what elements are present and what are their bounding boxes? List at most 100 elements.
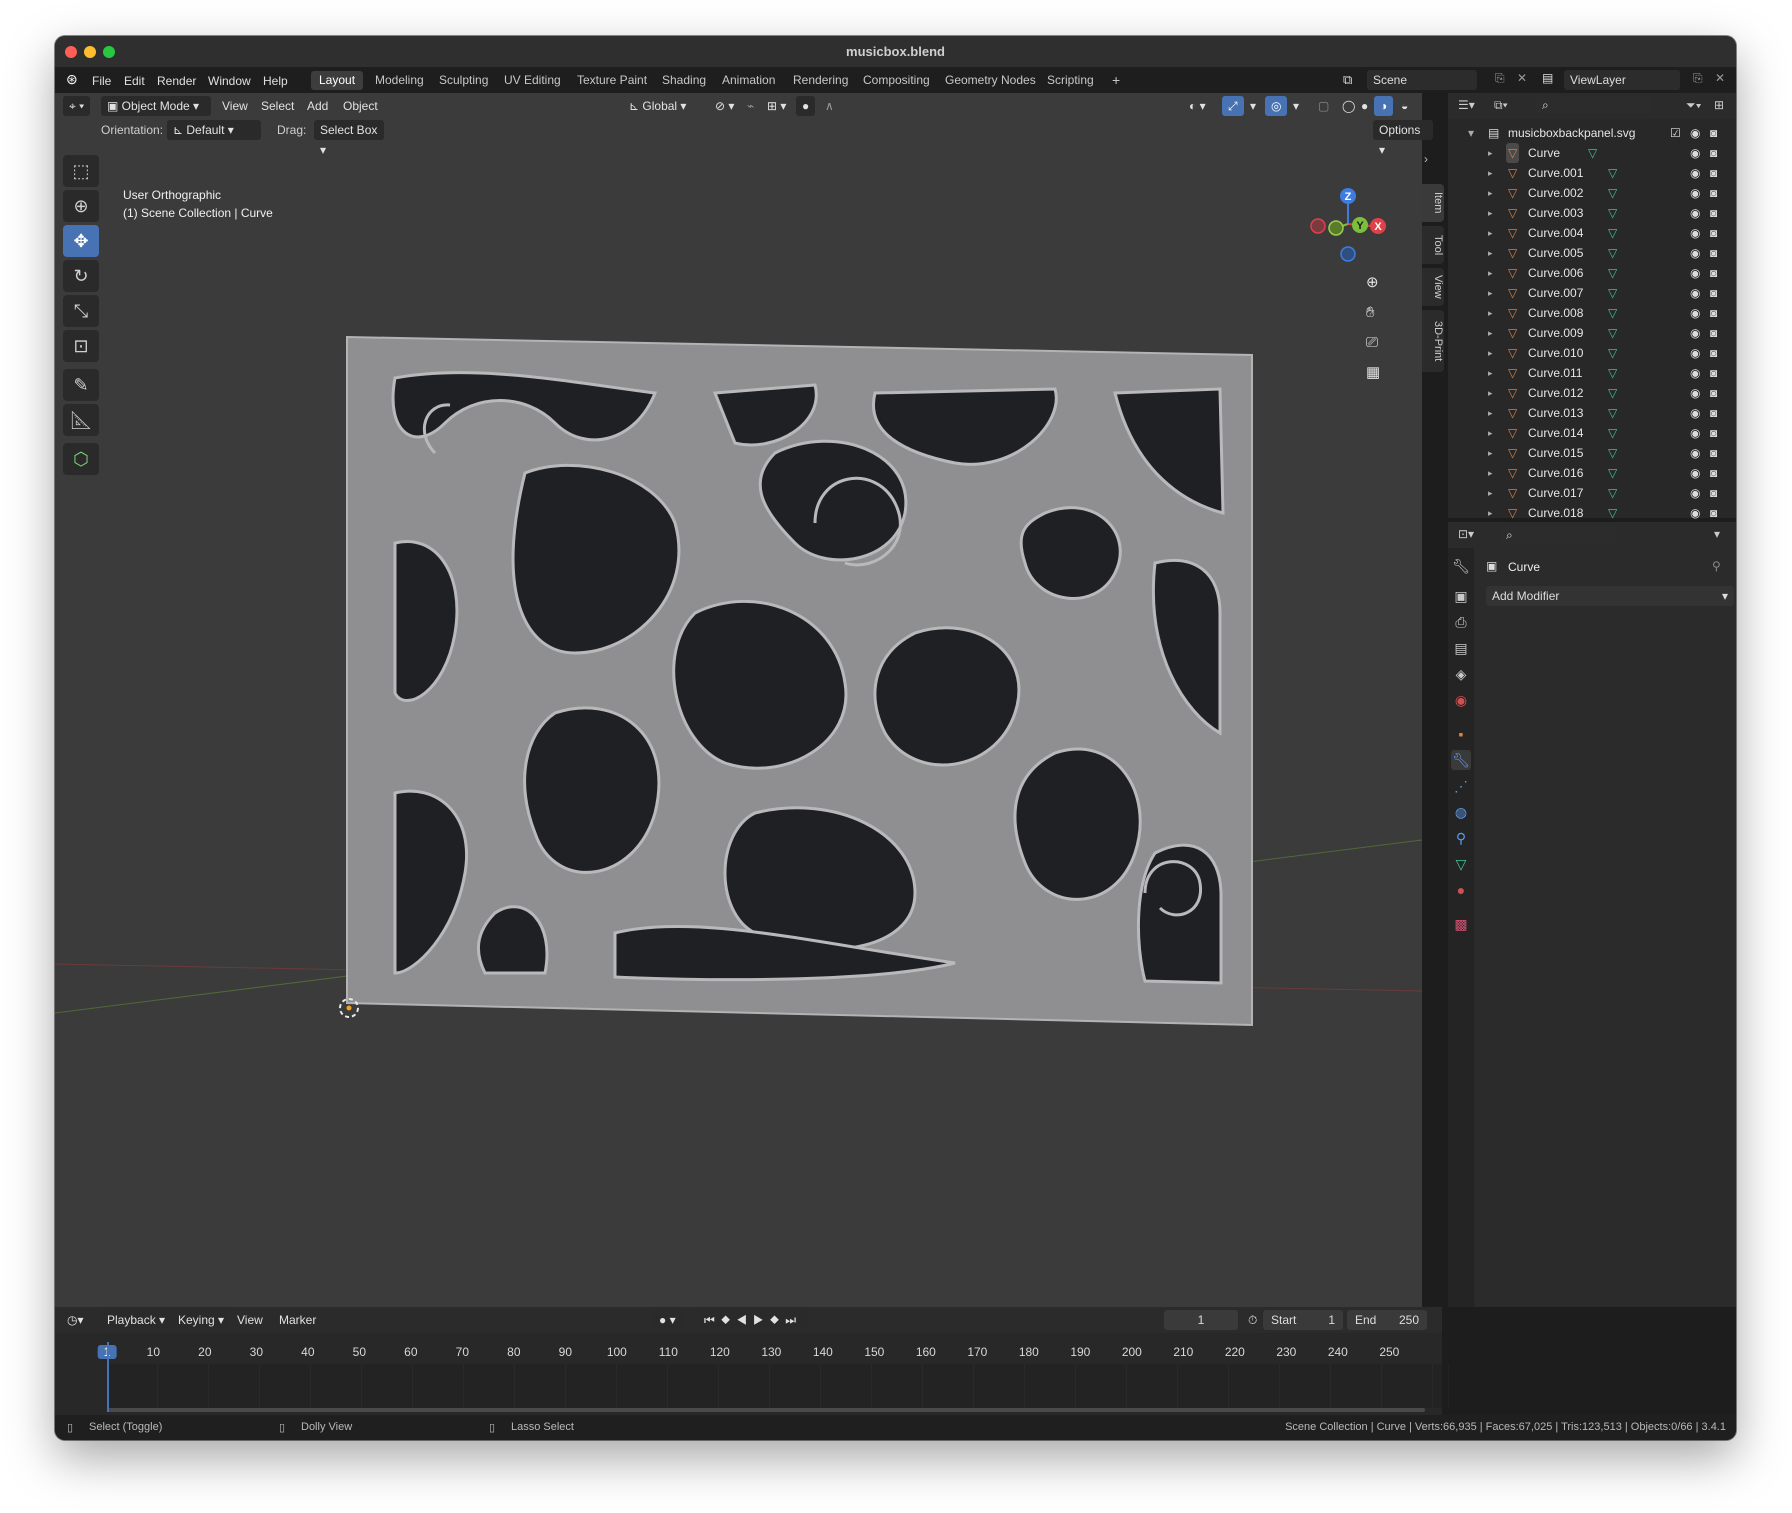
perspective-toggle-icon[interactable]: ▦ xyxy=(1360,363,1386,383)
camera-icon[interactable]: ◙ xyxy=(1710,383,1717,403)
navigation-gizmo[interactable]: Z Y X xyxy=(1308,186,1398,276)
outliner-item[interactable]: ▸ ▽ Curve.018 ▽ ◉ ◙ xyxy=(1448,503,1736,523)
camera-icon[interactable]: ◙ xyxy=(1710,503,1717,523)
outliner-item[interactable]: ▸ ▽ Curve.006 ▽ ◉ ◙ xyxy=(1448,263,1736,283)
tool-properties-icon[interactable]: 🔧︎ xyxy=(1451,556,1471,576)
tab-3d-print[interactable]: 3D-Print xyxy=(1422,310,1444,372)
tab-compositing[interactable]: Compositing xyxy=(855,71,938,90)
curve-data-icon[interactable]: ▽ xyxy=(1608,403,1617,423)
pin-icon[interactable]: ⚲ xyxy=(1712,559,1721,573)
jump-end-icon[interactable]: ⏭ xyxy=(785,1313,802,1327)
tab-view[interactable]: View xyxy=(1422,268,1444,306)
curve-data-icon[interactable]: ▽ xyxy=(1608,383,1617,403)
outliner-item[interactable]: ▸ ▽ Curve.012 ▽ ◉ ◙ xyxy=(1448,383,1736,403)
timeline-scrollbar[interactable] xyxy=(107,1408,1425,1412)
timeline-menu-view[interactable]: View xyxy=(231,1310,269,1330)
scene-properties-icon[interactable]: ◈ xyxy=(1451,664,1471,684)
tab-uv-editing[interactable]: UV Editing xyxy=(496,71,569,90)
camera-icon[interactable]: ◙ xyxy=(1710,123,1717,143)
playhead[interactable] xyxy=(107,1342,109,1412)
physics-properties-icon[interactable]: ◍ xyxy=(1451,802,1471,822)
camera-icon[interactable]: ◙ xyxy=(1710,423,1717,443)
camera-icon[interactable]: ◙ xyxy=(1710,263,1717,283)
menu-render[interactable]: Render xyxy=(157,74,196,88)
new-collection-icon[interactable]: ⊞ xyxy=(1714,98,1724,112)
eye-icon[interactable]: ◉ xyxy=(1690,163,1700,183)
expand-arrow-icon[interactable]: ▸ xyxy=(1488,243,1493,263)
menu-help[interactable]: Help xyxy=(263,74,288,88)
expand-arrow-icon[interactable]: ▸ xyxy=(1488,183,1493,203)
timeline-menu-marker[interactable]: Marker xyxy=(273,1310,322,1330)
jump-start-icon[interactable]: ⏮ xyxy=(704,1313,721,1327)
tab-tool[interactable]: Tool xyxy=(1422,226,1444,264)
play-icon[interactable]: ▶ xyxy=(753,1313,770,1327)
camera-icon[interactable]: ◙ xyxy=(1710,243,1717,263)
camera-icon[interactable]: ◙ xyxy=(1710,203,1717,223)
curve-data-icon[interactable]: ▽ xyxy=(1608,483,1617,503)
expand-arrow-icon[interactable]: ▸ xyxy=(1488,403,1493,423)
outliner-item[interactable]: ▸ ▽ Curve.004 ▽ ◉ ◙ xyxy=(1448,223,1736,243)
expand-arrow-icon[interactable]: ▸ xyxy=(1488,283,1493,303)
expand-arrow-icon[interactable]: ▸ xyxy=(1488,363,1493,383)
eye-icon[interactable]: ◉ xyxy=(1690,283,1700,303)
end-frame-field[interactable]: End 250 xyxy=(1347,1310,1427,1330)
eye-icon[interactable]: ◉ xyxy=(1690,323,1700,343)
outliner-item[interactable]: ▸ ▽ Curve ▽ ◉ ◙ xyxy=(1448,143,1736,163)
output-properties-icon[interactable]: ⎙ xyxy=(1451,612,1471,632)
view-layer-selector[interactable]: ViewLayer xyxy=(1564,70,1680,90)
tab-scripting[interactable]: Scripting xyxy=(1039,71,1102,90)
menu-edit[interactable]: Edit xyxy=(124,74,145,88)
constraints-properties-icon[interactable]: ⚲ xyxy=(1451,828,1471,848)
outliner-editor-type-icon[interactable]: ☰▾ xyxy=(1458,98,1475,112)
sidebar-toggle-icon[interactable]: › xyxy=(1424,152,1428,166)
expand-arrow-icon[interactable]: ▸ xyxy=(1488,303,1493,323)
eye-icon[interactable]: ◉ xyxy=(1690,343,1700,363)
blender-logo-icon[interactable]: ⊛ xyxy=(66,71,78,88)
outliner-item[interactable]: ▸ ▽ Curve.013 ▽ ◉ ◙ xyxy=(1448,403,1736,423)
timeline-menu-playback[interactable]: Playback ▾ xyxy=(101,1310,172,1330)
eye-icon[interactable]: ◉ xyxy=(1690,263,1700,283)
modifier-properties-icon[interactable]: 🔧︎ xyxy=(1451,750,1471,770)
properties-search-input[interactable]: ⌕ xyxy=(1500,526,1616,544)
world-properties-icon[interactable]: ◉ xyxy=(1451,690,1471,710)
outliner-item[interactable]: ▸ ▽ Curve.009 ▽ ◉ ◙ xyxy=(1448,323,1736,343)
eye-icon[interactable]: ◉ xyxy=(1690,363,1700,383)
tab-geometry-nodes[interactable]: Geometry Nodes xyxy=(937,71,1044,90)
camera-icon[interactable]: ◙ xyxy=(1710,223,1717,243)
collection-checkbox[interactable]: ☑ xyxy=(1670,123,1681,143)
preview-range-icon[interactable]: ⏱ xyxy=(1242,1310,1263,1330)
expand-arrow-icon[interactable]: ▸ xyxy=(1488,383,1493,403)
timeline-track-area[interactable] xyxy=(107,1364,1449,1408)
expand-arrow-icon[interactable]: ▸ xyxy=(1488,223,1493,243)
outliner-item[interactable]: ▸ ▽ Curve.001 ▽ ◉ ◙ xyxy=(1448,163,1736,183)
properties-options-icon[interactable]: ▾ xyxy=(1714,527,1720,541)
expand-arrow-icon[interactable]: ▸ xyxy=(1488,463,1493,483)
camera-icon[interactable]: ◙ xyxy=(1710,363,1717,383)
curve-data-icon[interactable]: ▽ xyxy=(1608,443,1617,463)
play-reverse-icon[interactable]: ◀ xyxy=(736,1313,753,1327)
camera-icon[interactable]: ◙ xyxy=(1710,483,1717,503)
eye-icon[interactable]: ◉ xyxy=(1690,123,1700,143)
curve-data-icon[interactable]: ▽ xyxy=(1608,243,1617,263)
pan-view-icon[interactable]: ✋︎ xyxy=(1360,303,1381,323)
camera-icon[interactable]: ◙ xyxy=(1710,343,1717,363)
outliner-item[interactable]: ▸ ▽ Curve.007 ▽ ◉ ◙ xyxy=(1448,283,1736,303)
menu-window[interactable]: Window xyxy=(208,74,251,88)
view-layer-delete-icon[interactable]: ✕ xyxy=(1715,71,1725,85)
curve-data-icon[interactable]: ▽ xyxy=(1588,143,1597,163)
tab-animation[interactable]: Animation xyxy=(714,71,783,90)
curve-data-icon[interactable]: ▽ xyxy=(1608,223,1617,243)
curve-data-icon[interactable]: ▽ xyxy=(1608,303,1617,323)
tab-item[interactable]: Item xyxy=(1422,184,1444,222)
scene-icon[interactable]: ⧉ xyxy=(1343,72,1352,88)
expand-arrow-icon[interactable]: ▸ xyxy=(1488,503,1493,523)
zoom-view-icon[interactable]: ⊕ xyxy=(1360,273,1385,293)
music-box-back-panel[interactable] xyxy=(346,335,1253,1027)
tab-texture-paint[interactable]: Texture Paint xyxy=(569,71,655,90)
outliner-item[interactable]: ▸ ▽ Curve.010 ▽ ◉ ◙ xyxy=(1448,343,1736,363)
outliner-item[interactable]: ▸ ▽ Curve.017 ▽ ◉ ◙ xyxy=(1448,483,1736,503)
menu-file[interactable]: File xyxy=(92,74,111,88)
eye-icon[interactable]: ◉ xyxy=(1690,503,1700,523)
properties-editor-type-icon[interactable]: ⊡▾ xyxy=(1458,527,1474,541)
curve-data-icon[interactable]: ▽ xyxy=(1608,263,1617,283)
